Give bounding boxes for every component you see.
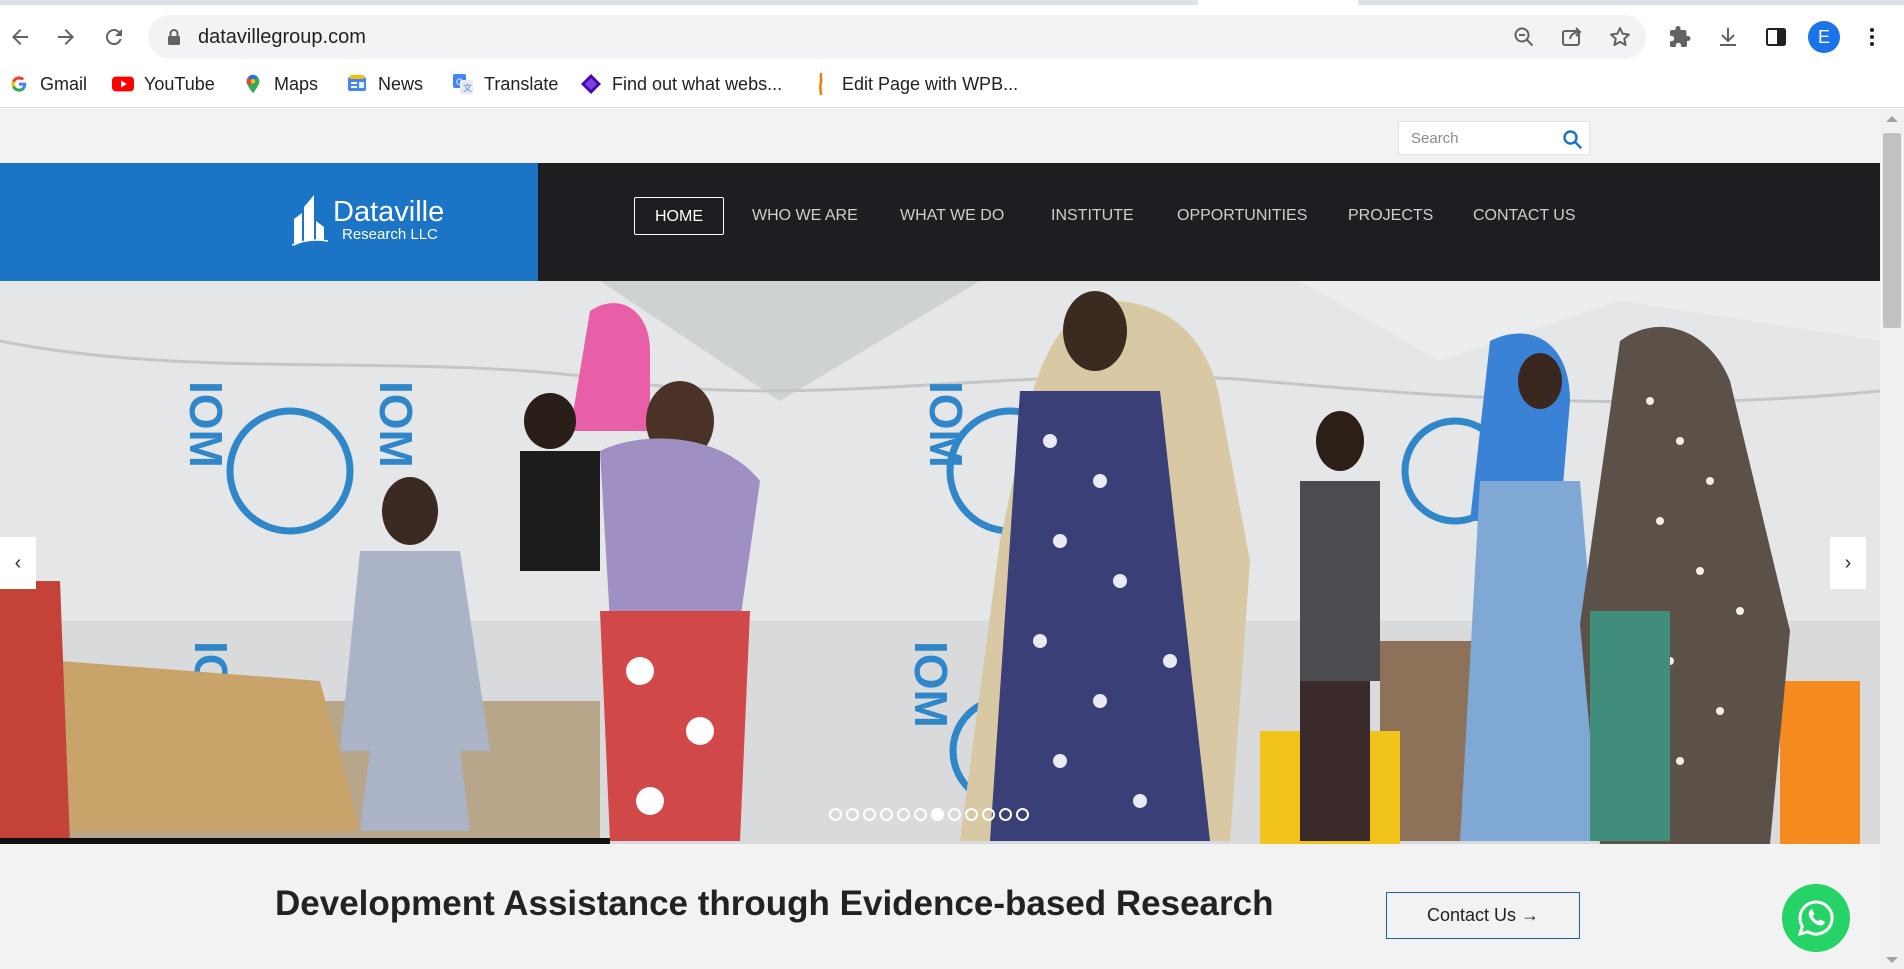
nav-institute[interactable]: INSTITUTE	[1051, 197, 1134, 235]
bookmark-news[interactable]: News	[346, 68, 423, 100]
browser-toolbar: datavillegroup.com E	[0, 5, 1904, 60]
slider-progress-bar	[0, 838, 610, 844]
buildings-logo-icon	[292, 195, 328, 247]
news-icon	[346, 73, 368, 95]
nav-home[interactable]: HOME	[634, 197, 724, 235]
forward-button[interactable]	[48, 19, 84, 55]
whatsapp-chat-button[interactable]	[1782, 884, 1850, 952]
zoom-out-icon[interactable]	[1512, 25, 1536, 49]
chevron-left-icon: ‹	[14, 551, 22, 574]
side-panel-button[interactable]	[1758, 19, 1794, 55]
logo-subtitle: Research LLC	[342, 226, 438, 243]
svg-text:G: G	[456, 77, 463, 87]
site-header: Dataville Research LLC HOME WHO WE ARE W…	[0, 163, 1880, 281]
side-panel-icon	[1766, 28, 1786, 46]
bookmarks-bar: Gmail YouTube Maps News G文 Translate Fin…	[0, 60, 1904, 108]
logo-link[interactable]: Dataville Research LLC	[0, 163, 538, 281]
bookmark-label: Gmail	[40, 73, 88, 94]
bookmark-label: News	[378, 73, 424, 94]
svg-text:IOM: IOM	[920, 381, 972, 468]
site-search	[1398, 121, 1590, 155]
lock-icon	[168, 29, 180, 45]
wpbakery-icon	[810, 73, 832, 95]
web-page: Dataville Research LLC HOME WHO WE ARE W…	[0, 109, 1880, 969]
google-icon	[8, 73, 30, 95]
puzzle-icon	[1670, 26, 1691, 47]
contact-us-button[interactable]: Contact Us →	[1386, 892, 1580, 939]
svg-text:IOM: IOM	[180, 381, 232, 468]
extensions-button[interactable]	[1662, 19, 1698, 55]
translate-icon: G文	[452, 73, 474, 95]
slider-dot[interactable]	[897, 808, 910, 821]
tagline-heading: Development Assistance through Evidence-…	[275, 884, 1274, 923]
more-vert-icon	[1870, 28, 1874, 46]
svg-text:文: 文	[463, 82, 472, 93]
reload-button[interactable]	[96, 19, 132, 55]
hero-photo: IOM IOM IOM IOM IOM	[0, 281, 1880, 844]
logo-name: Dataville	[333, 196, 445, 228]
bookmark-label: YouTube	[144, 73, 215, 94]
reload-icon	[105, 29, 122, 46]
slider-dot[interactable]	[846, 808, 859, 821]
slider-dot[interactable]	[1016, 808, 1029, 821]
whatsapp-icon	[1797, 900, 1834, 937]
bookmark-wpbakery[interactable]: Edit Page with WPB...	[810, 68, 1018, 100]
bookmark-maps[interactable]: Maps	[242, 68, 318, 100]
slider-prev-button[interactable]: ‹	[0, 537, 36, 589]
slider-dot[interactable]	[999, 808, 1012, 821]
arrow-right-icon	[58, 29, 74, 45]
chevron-right-icon: ›	[1844, 551, 1852, 574]
address-bar[interactable]: datavillegroup.com	[148, 15, 1646, 59]
slider-dot[interactable]	[948, 808, 961, 821]
youtube-icon	[112, 73, 134, 95]
menu-button[interactable]	[1854, 19, 1890, 55]
page-scrollbar[interactable]	[1880, 109, 1904, 969]
bookmark-label: Find out what webs...	[612, 73, 783, 94]
hero-slider: IOM IOM IOM IOM IOM	[0, 281, 1880, 844]
back-button[interactable]	[2, 19, 38, 55]
slider-dot[interactable]	[863, 808, 876, 821]
profile-avatar[interactable]: E	[1808, 21, 1840, 53]
nav-projects[interactable]: PROJECTS	[1348, 197, 1433, 235]
bookmark-youtube[interactable]: YouTube	[112, 68, 215, 100]
share-icon[interactable]	[1560, 25, 1584, 49]
nav-who-we-are[interactable]: WHO WE ARE	[752, 197, 858, 235]
download-icon	[1720, 28, 1736, 46]
slider-dot[interactable]	[965, 808, 978, 821]
bookmark-translate[interactable]: G文 Translate	[452, 68, 558, 100]
slider-dot[interactable]	[880, 808, 893, 821]
slider-pagination	[829, 808, 1029, 821]
bookmark-label: Translate	[484, 73, 559, 94]
nav-what-we-do[interactable]: WHAT WE DO	[900, 197, 1004, 235]
nav-opportunities[interactable]: OPPORTUNITIES	[1177, 197, 1307, 235]
scroll-up-icon[interactable]	[1886, 116, 1898, 122]
slider-dot[interactable]	[982, 808, 995, 821]
arrow-left-icon	[12, 29, 28, 45]
slider-dot[interactable]	[931, 808, 944, 821]
bookmark-label: Edit Page with WPB...	[842, 73, 1019, 94]
scroll-down-icon[interactable]	[1886, 957, 1898, 963]
slider-next-button[interactable]: ›	[1830, 537, 1866, 589]
slider-dot[interactable]	[914, 808, 927, 821]
bookmark-label: Maps	[274, 73, 319, 94]
scrollbar-thumb[interactable]	[1883, 133, 1901, 328]
bookmark-wappalyzer[interactable]: Find out what webs...	[580, 68, 782, 100]
wappalyzer-icon	[580, 73, 602, 95]
slider-dot[interactable]	[829, 808, 842, 821]
svg-text:IOM: IOM	[905, 641, 957, 728]
svg-text:IOM: IOM	[370, 381, 422, 468]
star-icon[interactable]	[1608, 25, 1632, 49]
bookmark-gmail[interactable]: Gmail	[8, 68, 87, 100]
maps-icon	[242, 73, 264, 95]
url-text: datavillegroup.com	[198, 26, 366, 48]
downloads-button[interactable]	[1710, 19, 1746, 55]
nav-contact-us[interactable]: CONTACT US	[1473, 197, 1576, 235]
search-icon[interactable]	[1561, 128, 1583, 150]
search-input[interactable]	[1399, 122, 1559, 154]
